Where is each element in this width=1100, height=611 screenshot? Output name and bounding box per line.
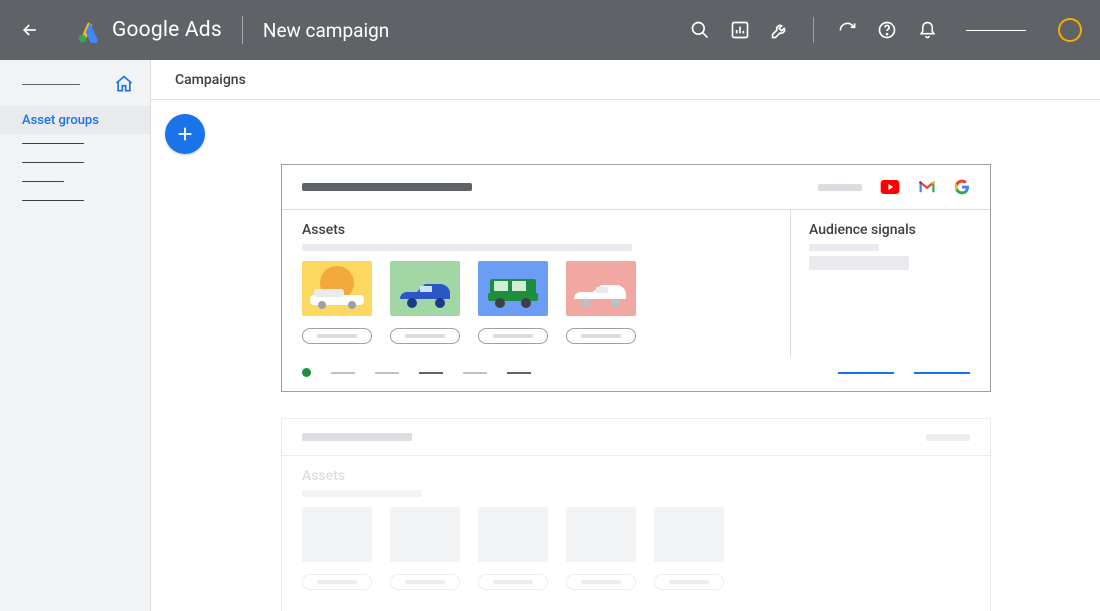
status-dot — [302, 368, 311, 377]
youtube-icon — [880, 180, 900, 194]
google-icon — [954, 179, 970, 195]
gmail-icon — [918, 180, 936, 194]
signals-title: Audience signals — [809, 222, 972, 238]
asset-thumb-placeholder — [390, 507, 460, 562]
refresh-button[interactable] — [836, 19, 858, 41]
card-action-link[interactable] — [838, 372, 894, 374]
breadcrumb: Campaigns — [151, 60, 1100, 100]
footer-placeholder — [463, 372, 487, 374]
card-title-placeholder — [302, 183, 472, 191]
help-button[interactable] — [876, 19, 898, 41]
footer-placeholder — [331, 372, 355, 374]
notifications-button[interactable] — [916, 19, 938, 41]
placeholder-line — [302, 490, 422, 497]
sidebar-title-placeholder — [22, 84, 80, 85]
asset-thumb-pink[interactable] — [566, 261, 636, 316]
card-footer — [282, 602, 990, 611]
assets-section: Assets — [282, 456, 990, 602]
card-header — [282, 419, 990, 456]
asset-chip[interactable] — [390, 328, 460, 344]
tools-button[interactable] — [769, 19, 791, 41]
sidebar-item-placeholder[interactable] — [0, 191, 150, 210]
asset-thumb-green[interactable] — [390, 261, 460, 316]
google-ads-logo-icon — [76, 17, 102, 43]
footer-placeholder — [375, 372, 399, 374]
asset-chip — [390, 574, 460, 590]
asset-thumb-placeholder — [654, 507, 724, 562]
product-name: Google Ads — [112, 18, 222, 42]
assets-section: Assets — [282, 210, 790, 356]
add-asset-group-button[interactable] — [165, 114, 205, 154]
sidebar-item-placeholder[interactable] — [0, 153, 150, 172]
header-separator — [813, 17, 814, 43]
card-action-link[interactable] — [914, 372, 970, 374]
asset-chip — [654, 574, 724, 590]
reports-button[interactable] — [729, 19, 751, 41]
card-title-placeholder — [302, 433, 412, 441]
sidebar-item-asset-groups[interactable]: Asset groups — [0, 106, 150, 134]
sidebar-item-label: Asset groups — [22, 113, 99, 128]
assets-title: Assets — [302, 468, 972, 484]
main-panel: Campaigns Assets — [151, 60, 1100, 611]
header-actions — [689, 17, 1082, 43]
card-footer — [282, 356, 990, 391]
arrow-left-icon — [20, 20, 40, 40]
asset-thumb-yellow[interactable] — [302, 261, 372, 316]
asset-chip — [478, 574, 548, 590]
header-divider — [242, 16, 243, 44]
asset-thumb-placeholder — [566, 507, 636, 562]
account-placeholder — [966, 30, 1026, 31]
placeholder-line — [302, 244, 632, 251]
refresh-icon — [838, 21, 857, 40]
asset-chip — [566, 574, 636, 590]
asset-thumb-blue[interactable] — [478, 261, 548, 316]
help-icon — [877, 20, 897, 40]
page-title: New campaign — [263, 19, 389, 42]
placeholder-line — [809, 244, 879, 251]
assets-title: Assets — [302, 222, 772, 238]
asset-thumb-placeholder — [478, 507, 548, 562]
asset-group-card-inactive: Assets — [281, 418, 991, 611]
audience-signals-section: Audience signals — [790, 210, 990, 356]
asset-chip[interactable] — [566, 328, 636, 344]
product-logo: Google Ads — [76, 17, 222, 43]
user-avatar[interactable] — [1058, 18, 1082, 42]
sidebar-header — [0, 74, 150, 106]
sidebar: Asset groups — [0, 60, 151, 611]
asset-chip[interactable] — [302, 328, 372, 344]
placeholder-block — [809, 256, 909, 270]
footer-placeholder — [419, 372, 443, 374]
footer-placeholder — [507, 372, 531, 374]
asset-group-card: Assets — [281, 164, 991, 392]
asset-chip[interactable] — [478, 328, 548, 344]
search-icon — [690, 20, 710, 40]
asset-thumb-placeholder — [302, 507, 372, 562]
card-header — [282, 165, 990, 210]
card-meta-placeholder — [926, 434, 970, 441]
search-button[interactable] — [689, 19, 711, 41]
card-meta-placeholder — [818, 184, 862, 191]
sidebar-item-placeholder[interactable] — [0, 172, 150, 191]
asset-chip — [302, 574, 372, 590]
home-icon[interactable] — [114, 74, 134, 94]
app-header: Google Ads New campaign — [0, 0, 1100, 60]
bell-icon — [918, 21, 937, 40]
breadcrumb-label: Campaigns — [175, 72, 246, 88]
wrench-icon — [770, 20, 790, 40]
bar-chart-icon — [730, 20, 750, 40]
back-button[interactable] — [18, 18, 42, 42]
plus-icon — [174, 123, 196, 145]
sidebar-item-placeholder[interactable] — [0, 134, 150, 153]
